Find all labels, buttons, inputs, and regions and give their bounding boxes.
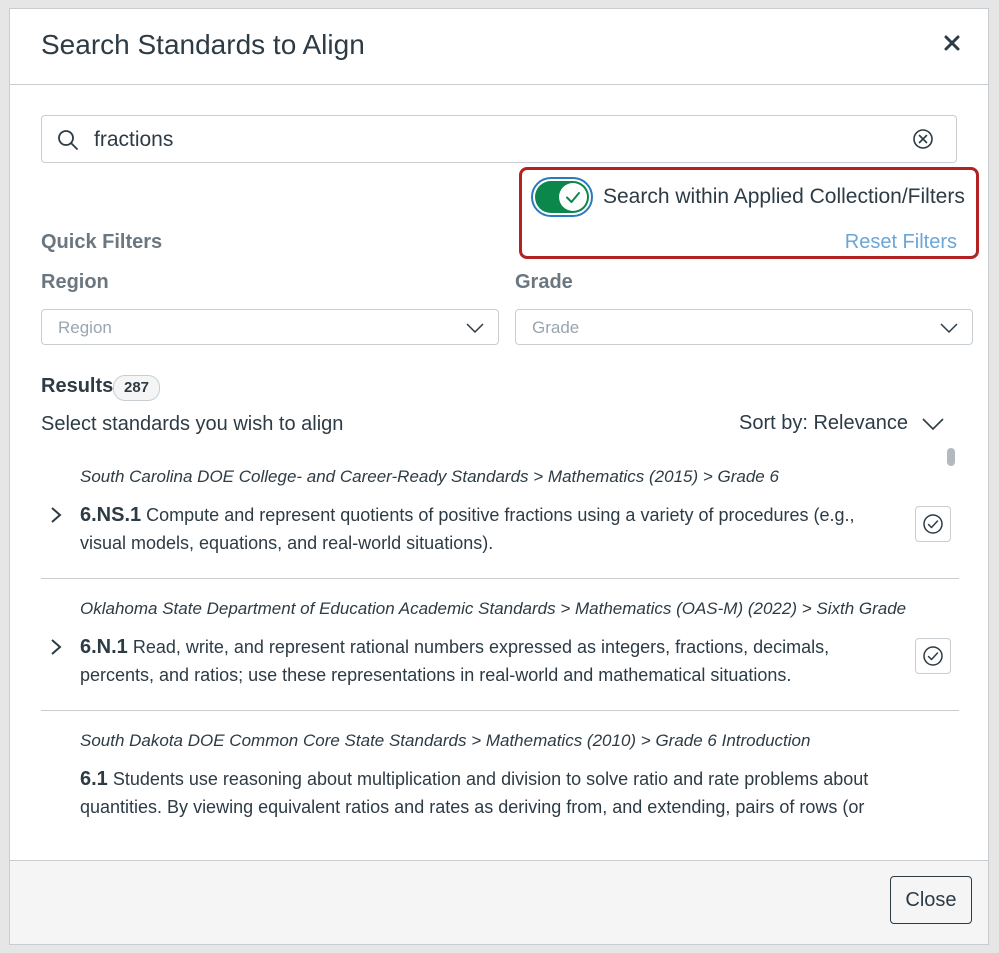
result-divider (41, 578, 959, 579)
align-check-button[interactable] (915, 506, 951, 542)
sort-dropdown[interactable]: Sort by: Relevance (739, 412, 944, 435)
result-path: South Dakota DOE Common Core State Stand… (80, 731, 811, 750)
chevron-right-icon[interactable] (49, 638, 63, 661)
result-path: South Carolina DOE College- and Career-R… (80, 467, 779, 486)
chevron-down-icon (940, 321, 958, 339)
result-divider (41, 710, 959, 711)
result-code: 6.NS.1 (80, 504, 142, 526)
modal-title: Search Standards to Align (41, 29, 365, 60)
result-item: South Dakota DOE Common Core State Stand… (41, 728, 959, 828)
toggle-label: Search within Applied Collection/Filters (603, 185, 965, 208)
result-path: Oklahoma State Department of Education A… (80, 599, 907, 618)
grade-select[interactable]: Grade (515, 309, 973, 345)
sort-label: Sort by: Relevance (739, 412, 908, 434)
close-button[interactable]: Close (890, 876, 972, 924)
result-text: Compute and represent quotients of posit… (80, 505, 855, 553)
close-x-icon[interactable] (940, 31, 964, 55)
modal-header: Search Standards to Align (10, 9, 988, 85)
result-description: 6.NS.1 Compute and represent quotients o… (80, 501, 880, 557)
result-description: 6.1 Students use reasoning about multipl… (80, 765, 880, 821)
result-text: Read, write, and represent rational numb… (80, 637, 830, 685)
quick-filters-heading: Quick Filters (41, 231, 163, 253)
check-icon (566, 192, 580, 203)
search-within-toggle[interactable] (531, 177, 593, 217)
grade-placeholder: Grade (532, 318, 580, 337)
grade-label: Grade (515, 271, 573, 293)
result-description: 6.N.1 Read, write, and represent rationa… (80, 633, 880, 689)
result-code: 6.N.1 (80, 636, 128, 658)
region-select[interactable]: Region (41, 309, 499, 345)
results-hint: Select standards you wish to align (41, 413, 344, 435)
toggle-knob (559, 183, 587, 211)
region-placeholder: Region (58, 318, 112, 337)
region-label: Region (41, 271, 109, 293)
modal-footer: Close (10, 860, 988, 944)
result-item: South Carolina DOE College- and Career-R… (41, 464, 959, 579)
chevron-down-icon (466, 321, 484, 339)
search-input[interactable] (92, 124, 896, 156)
results-count-badge: 287 (113, 375, 161, 401)
result-text: Students use reasoning about multiplicat… (80, 769, 869, 817)
chevron-right-icon[interactable] (49, 506, 63, 529)
chevron-down-icon (922, 417, 944, 430)
result-code: 6.1 (80, 768, 108, 790)
check-circle-icon (923, 646, 943, 666)
reset-filters-link[interactable]: Reset Filters (845, 231, 957, 254)
search-icon (56, 128, 80, 157)
search-standards-modal: Search Standards to Align fractions Sear… (9, 8, 989, 945)
results-heading: Results (41, 375, 114, 397)
search-field[interactable] (41, 115, 957, 163)
check-circle-icon (923, 514, 943, 534)
align-check-button[interactable] (915, 638, 951, 674)
result-item: Oklahoma State Department of Education A… (41, 596, 959, 711)
clear-search-icon[interactable] (912, 128, 934, 155)
